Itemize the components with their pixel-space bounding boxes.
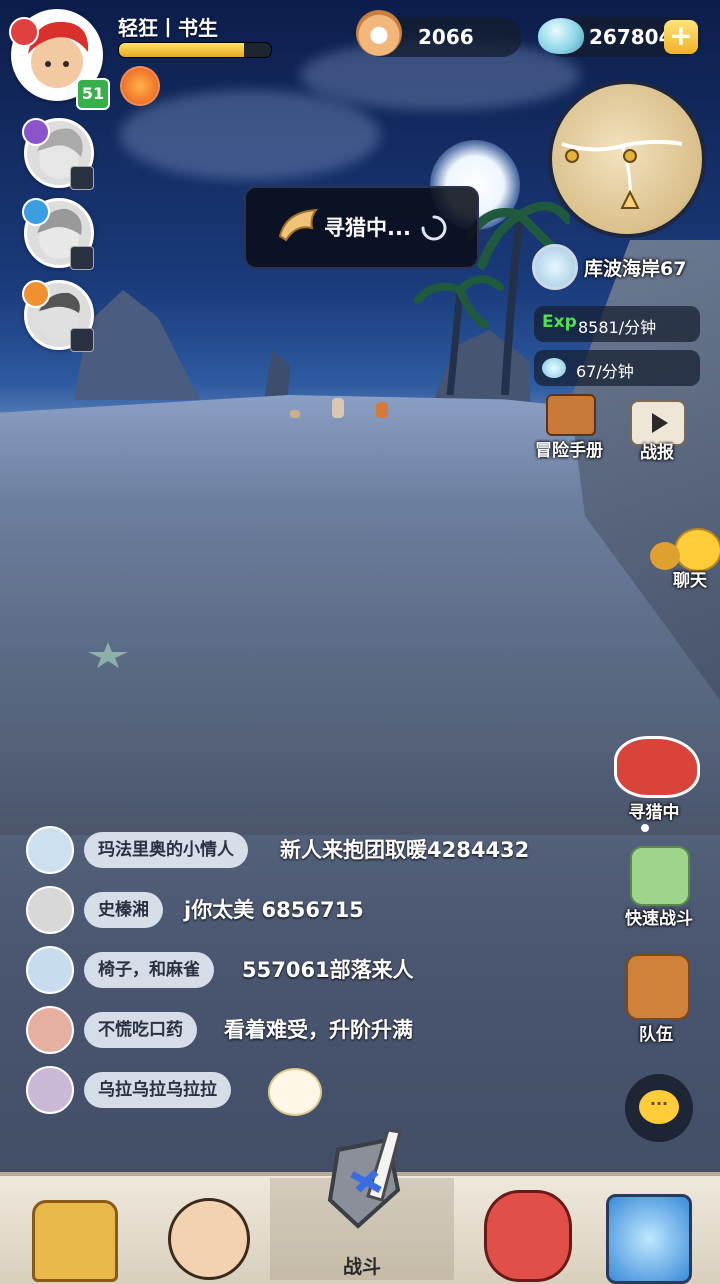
minimap[interactable] xyxy=(548,80,706,238)
chat-message-row: 不慌吃口药 看着难受，升阶升满 xyxy=(26,1006,586,1056)
exp-rate-panel: Exp 8581/分钟 xyxy=(534,306,700,342)
chat-message-text: j你太美 6856715 xyxy=(184,898,364,922)
nav-tab-tribe[interactable] xyxy=(0,1178,144,1282)
horn-icon xyxy=(278,208,319,242)
fire-buff-icon[interactable] xyxy=(120,66,160,106)
exp-rate-value: 8581/分钟 xyxy=(578,318,657,337)
hunting-button-label: 寻猎中 xyxy=(628,803,680,823)
sky-cloud xyxy=(120,90,380,180)
pet-dino-icon xyxy=(484,1190,572,1282)
battle-characters xyxy=(290,396,400,420)
chat-sender-name[interactable]: 玛法里奥的小情人 xyxy=(84,832,248,868)
book-icon xyxy=(546,394,596,436)
quick-battle-button[interactable]: 快速战斗 xyxy=(616,842,702,929)
party-member-2-swap-icon[interactable] xyxy=(70,246,94,270)
gem-rate-value: 67/分钟 xyxy=(576,362,634,381)
party-member-2-element-icon xyxy=(22,198,50,226)
chat-message-text: 557061部落来人 xyxy=(242,958,414,982)
tribe-hut-icon xyxy=(32,1200,118,1282)
chat-avatar[interactable] xyxy=(26,886,74,934)
hunting-status-popup: 寻猎中... xyxy=(244,186,479,269)
party-member-1-swap-icon[interactable] xyxy=(70,166,94,190)
battle-report-button[interactable]: 战报 xyxy=(622,398,692,463)
chat-avatar[interactable] xyxy=(26,946,74,994)
chat-sender-name[interactable]: 史榛湘 xyxy=(84,892,163,928)
player-level-badge: 51 xyxy=(76,78,110,110)
starfish-icon xyxy=(88,642,128,668)
chat-sender-name[interactable]: 乌拉乌拉乌拉拉 xyxy=(84,1072,231,1108)
quick-battle-label: 快速战斗 xyxy=(625,909,693,929)
chat-avatar[interactable] xyxy=(26,826,74,874)
adventure-manual-label: 冒险手册 xyxy=(535,441,603,461)
hero-face-icon xyxy=(168,1198,250,1280)
party-member-1-element-icon xyxy=(22,118,50,146)
chat-message-text: 看着难受，升阶升满 xyxy=(224,1018,413,1042)
gem-count: 267804 xyxy=(589,25,673,49)
location-gem-icon xyxy=(532,244,578,290)
nav-tab-battle[interactable]: 战斗 xyxy=(270,1128,454,1280)
chat-message-row: 史榛湘 j你太美 6856715 xyxy=(26,886,586,936)
chat-avatar[interactable] xyxy=(26,1066,74,1114)
exp-tag: Exp xyxy=(542,312,577,332)
gem-rate-icon xyxy=(542,358,566,378)
team-characters-icon xyxy=(626,954,690,1020)
element-badge-icon xyxy=(9,17,39,47)
party-member-3-element-icon xyxy=(22,280,50,308)
team-button[interactable]: 队伍 xyxy=(614,946,698,1045)
hunting-status-label: 寻猎中... xyxy=(324,216,411,240)
minimap-path xyxy=(561,139,683,209)
add-gems-button[interactable]: + xyxy=(664,20,698,54)
nav-tab-hero[interactable] xyxy=(144,1178,288,1280)
loading-spinner-icon xyxy=(421,215,447,241)
xp-bar-fill xyxy=(119,43,244,57)
chat-quick-button[interactable]: ··· xyxy=(625,1074,693,1142)
chat-sender-name[interactable]: 不慌吃口药 xyxy=(84,1012,197,1048)
chick-sticker-icon xyxy=(268,1068,322,1116)
adventure-manual-button[interactable]: 冒险手册 xyxy=(528,392,610,462)
gem-rate-panel: 67/分钟 xyxy=(534,350,700,386)
chat-side-button[interactable]: 聊天 xyxy=(646,526,720,591)
pearl-count: 2066 xyxy=(418,25,474,49)
chat-side-label: 聊天 xyxy=(673,571,707,591)
sword-shield-icon xyxy=(318,1128,410,1234)
xp-bar xyxy=(118,42,272,58)
chat-ellipsis-icon: ··· xyxy=(639,1090,679,1124)
statue-icon xyxy=(630,846,690,906)
gem-icon xyxy=(538,18,584,54)
hunting-dot-indicator xyxy=(641,824,649,832)
red-dino-icon xyxy=(614,736,700,798)
team-button-label: 队伍 xyxy=(639,1025,673,1045)
chat-avatar[interactable] xyxy=(26,1006,74,1054)
chat-message-text: 新人来抱团取暖4284432 xyxy=(280,838,530,862)
chat-sender-name[interactable]: 椅子，和麻雀 xyxy=(84,952,214,988)
party-member-3-swap-icon[interactable] xyxy=(70,328,94,352)
battle-tab-label: 战斗 xyxy=(342,1256,381,1278)
pearl-icon xyxy=(356,10,402,56)
hunting-button[interactable]: 寻猎中 xyxy=(606,730,702,823)
portal-icon xyxy=(606,1194,692,1284)
chat-message-row: 玛法里奥的小情人 新人来抱团取暖4284432 xyxy=(26,826,586,876)
chat-message-row: 椅子，和麻雀 557061部落来人 xyxy=(26,946,586,996)
nav-tab-portal[interactable] xyxy=(576,1178,720,1284)
player-name: 轻狂丨书生 xyxy=(118,16,218,40)
location-name: 库波海岸67 xyxy=(584,258,687,280)
battle-report-label: 战报 xyxy=(640,443,674,463)
background-rock xyxy=(264,350,290,402)
chat-message-row: 乌拉乌拉乌拉拉 xyxy=(26,1066,586,1116)
